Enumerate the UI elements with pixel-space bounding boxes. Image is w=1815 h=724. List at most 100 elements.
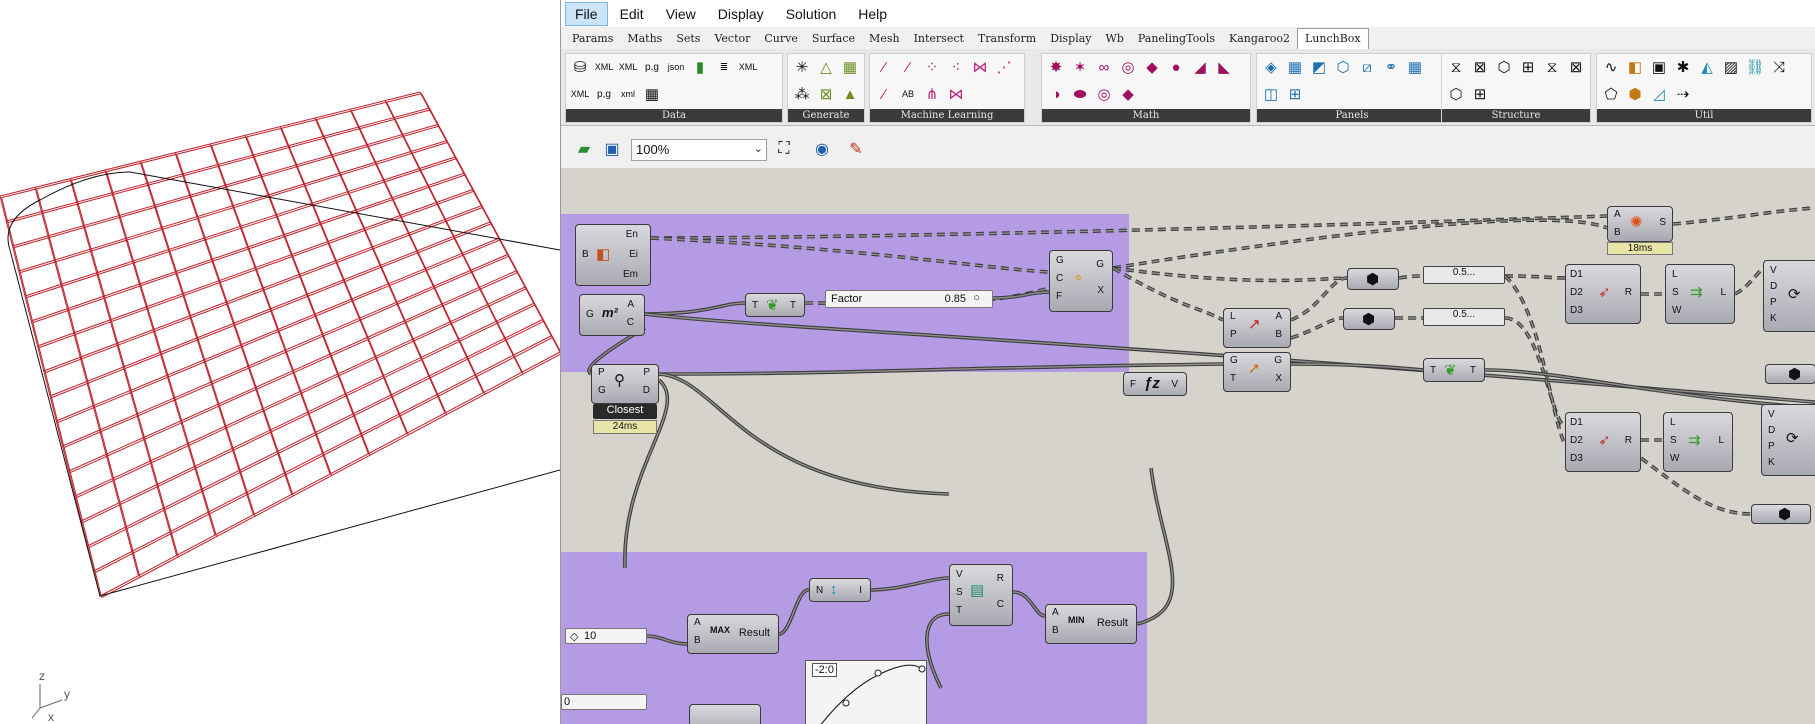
network-icon[interactable]: ⁂	[791, 83, 813, 105]
tab-sets[interactable]: Sets	[669, 29, 707, 49]
number-panel[interactable]: 0.5...	[1423, 266, 1505, 284]
arrow-icon[interactable]: ⇢	[1672, 83, 1694, 105]
tab-transform[interactable]: Transform	[971, 29, 1043, 49]
tab-surface[interactable]: Surface	[805, 29, 862, 49]
factor-slider[interactable]: Factor 0.85 ○	[825, 290, 993, 308]
diagrid-icon[interactable]: ⊠	[1565, 56, 1587, 78]
menu-edit[interactable]: Edit	[610, 2, 654, 26]
ml-component[interactable]: D1 D2 D3 ➶ R	[1565, 264, 1641, 324]
truss2-icon[interactable]: ⧖	[1541, 56, 1563, 78]
grid-panel-icon[interactable]: ▦	[1404, 56, 1426, 78]
number-slider[interactable]: ◇ 10	[565, 628, 647, 644]
menu-file[interactable]: File	[565, 1, 608, 26]
table-icon[interactable]: ▦	[641, 83, 663, 105]
wedge-icon[interactable]: ◣	[1213, 56, 1235, 78]
lunchbox-component[interactable]: A B ✺ S	[1607, 206, 1673, 242]
zoom-extents-icon[interactable]: ⛶	[773, 138, 795, 160]
tab-curve[interactable]: Curve	[757, 29, 804, 49]
curve-icon[interactable]: ∿	[1600, 56, 1622, 78]
sort-icon[interactable]: ⤨	[1768, 56, 1790, 78]
link-icon[interactable]: ⛓	[1744, 56, 1766, 78]
ab-icon[interactable]: AB	[897, 83, 919, 105]
xml-export-icon[interactable]: XML	[569, 83, 591, 105]
hex-frame2-icon[interactable]: ⬡	[1445, 83, 1467, 105]
layers-icon[interactable]: ◧	[1624, 56, 1646, 78]
list-item-component[interactable]: L S W ⇉ L	[1663, 412, 1733, 472]
space-frame-icon[interactable]: ⊠	[1469, 56, 1491, 78]
lens-icon[interactable]: ⬬	[1069, 83, 1091, 105]
star-icon[interactable]: ✸	[1045, 56, 1067, 78]
scatter-icon[interactable]: ✳	[791, 56, 813, 78]
grasshopper-canvas[interactable]: B ◧ En Ei Em G m² A C T ❦ T G C F ⚬ G X	[561, 168, 1815, 724]
hatch-icon[interactable]: ▨	[1720, 56, 1742, 78]
menu-view[interactable]: View	[656, 2, 706, 26]
star6-icon[interactable]: ✶	[1069, 56, 1091, 78]
tab-kangaroo2[interactable]: Kangaroo2	[1222, 29, 1297, 49]
triangle-grid-icon[interactable]: ▲	[839, 83, 861, 105]
pipe-component[interactable]: V D P K ⟳	[1763, 260, 1815, 332]
material-icon[interactable]: ▣	[1648, 56, 1670, 78]
graft-tree-component[interactable]: T ❦ T	[1423, 358, 1485, 382]
quad-panel-icon[interactable]: ▦	[1284, 56, 1306, 78]
torus-icon[interactable]: ◎	[1117, 56, 1139, 78]
frame2-icon[interactable]: ⊞	[1469, 83, 1491, 105]
slider-handle-icon[interactable]: ○	[973, 292, 980, 304]
shell-icon[interactable]: ◑	[1045, 83, 1067, 105]
save-file-icon[interactable]: ▣	[601, 138, 623, 160]
regression2-icon[interactable]: ⁄	[897, 56, 919, 78]
cube-icon[interactable]: ◆	[1141, 56, 1163, 78]
sketch-pen-icon[interactable]: ✎	[845, 138, 867, 160]
hex-frame-icon[interactable]: ⬡	[1493, 56, 1515, 78]
pg-swap-icon[interactable]: p,g	[593, 83, 615, 105]
plane-icon[interactable]: ◿	[1648, 83, 1670, 105]
param-relay-component[interactable]: ⬢	[1751, 504, 1811, 524]
square-cross-icon[interactable]: ⊠	[815, 83, 837, 105]
area-component[interactable]: G m² A C	[579, 294, 645, 336]
tab-panelingtools[interactable]: PanelingTools	[1131, 29, 1222, 49]
json-xml-icon[interactable]: xml	[617, 83, 639, 105]
cross-panel-icon[interactable]: ⊞	[1284, 83, 1306, 105]
circle-panel-icon[interactable]: ⚭	[1380, 56, 1402, 78]
param-relay-component[interactable]: ⬢	[1765, 364, 1815, 384]
evaluate-curve-component[interactable]: L P ↗ A B	[1223, 308, 1291, 348]
tab-params[interactable]: Params	[565, 29, 620, 49]
hex-util-icon[interactable]: ⬢	[1624, 83, 1646, 105]
box-panel-icon[interactable]: ◫	[1260, 83, 1282, 105]
bake-icon[interactable]: ◭	[1696, 56, 1718, 78]
function-component[interactable]: F ƒz V	[1123, 372, 1187, 396]
subset-component[interactable]: V S T ▤ R C	[949, 564, 1013, 626]
sphere-icon[interactable]: ●	[1165, 56, 1187, 78]
list-icon[interactable]: ≣	[713, 56, 735, 78]
tab-lunchbox[interactable]: LunchBox	[1296, 28, 1369, 49]
list-item-component[interactable]: L S W ⇉ L	[1665, 264, 1735, 324]
ring-icon[interactable]: ◎	[1093, 83, 1115, 105]
slider-handle-icon[interactable]: ◇	[570, 630, 578, 643]
hex-panel-icon[interactable]: ⬡	[1332, 56, 1354, 78]
maximum-component[interactable]: A B MAX Result	[687, 614, 779, 654]
graft-tree-component[interactable]: T ❦ T	[745, 293, 805, 317]
ml-component[interactable]: D1 D2 D3 ➶ R	[1565, 412, 1641, 472]
tab-vector[interactable]: Vector	[707, 29, 757, 49]
net-icon[interactable]: ⋈	[945, 83, 967, 105]
json-icon[interactable]: json	[665, 56, 687, 78]
menu-help[interactable]: Help	[848, 2, 897, 26]
zoom-dropdown[interactable]: 100% ⌄	[631, 139, 767, 161]
line-icon[interactable]: ⁄	[873, 83, 895, 105]
diamond-panel-icon[interactable]: ◈	[1260, 56, 1282, 78]
menu-display[interactable]: Display	[708, 2, 774, 26]
tree-icon[interactable]: ⋔	[921, 83, 943, 105]
stagger-panel-icon[interactable]: ⧄	[1356, 56, 1378, 78]
nodes-icon[interactable]: ⁖	[945, 56, 967, 78]
polygon-icon[interactable]: ⬠	[1600, 83, 1622, 105]
xml-read-icon[interactable]: XML	[617, 56, 639, 78]
cluster-icon[interactable]: ⁘	[921, 56, 943, 78]
regression-icon[interactable]: ⁄	[873, 56, 895, 78]
number-panel[interactable]: 0.5...	[1423, 308, 1505, 326]
hexagon-param-component[interactable]: ⬢	[1347, 268, 1399, 290]
minimum-component[interactable]: A B MIN Result	[1045, 604, 1137, 644]
tab-wb[interactable]: Wb	[1099, 29, 1131, 49]
preview-eye-icon[interactable]: ◉	[811, 138, 833, 160]
graph-icon[interactable]: ⋈	[969, 56, 991, 78]
grid-icon[interactable]: ▦	[839, 56, 861, 78]
number-slider[interactable]: 0	[561, 694, 647, 710]
